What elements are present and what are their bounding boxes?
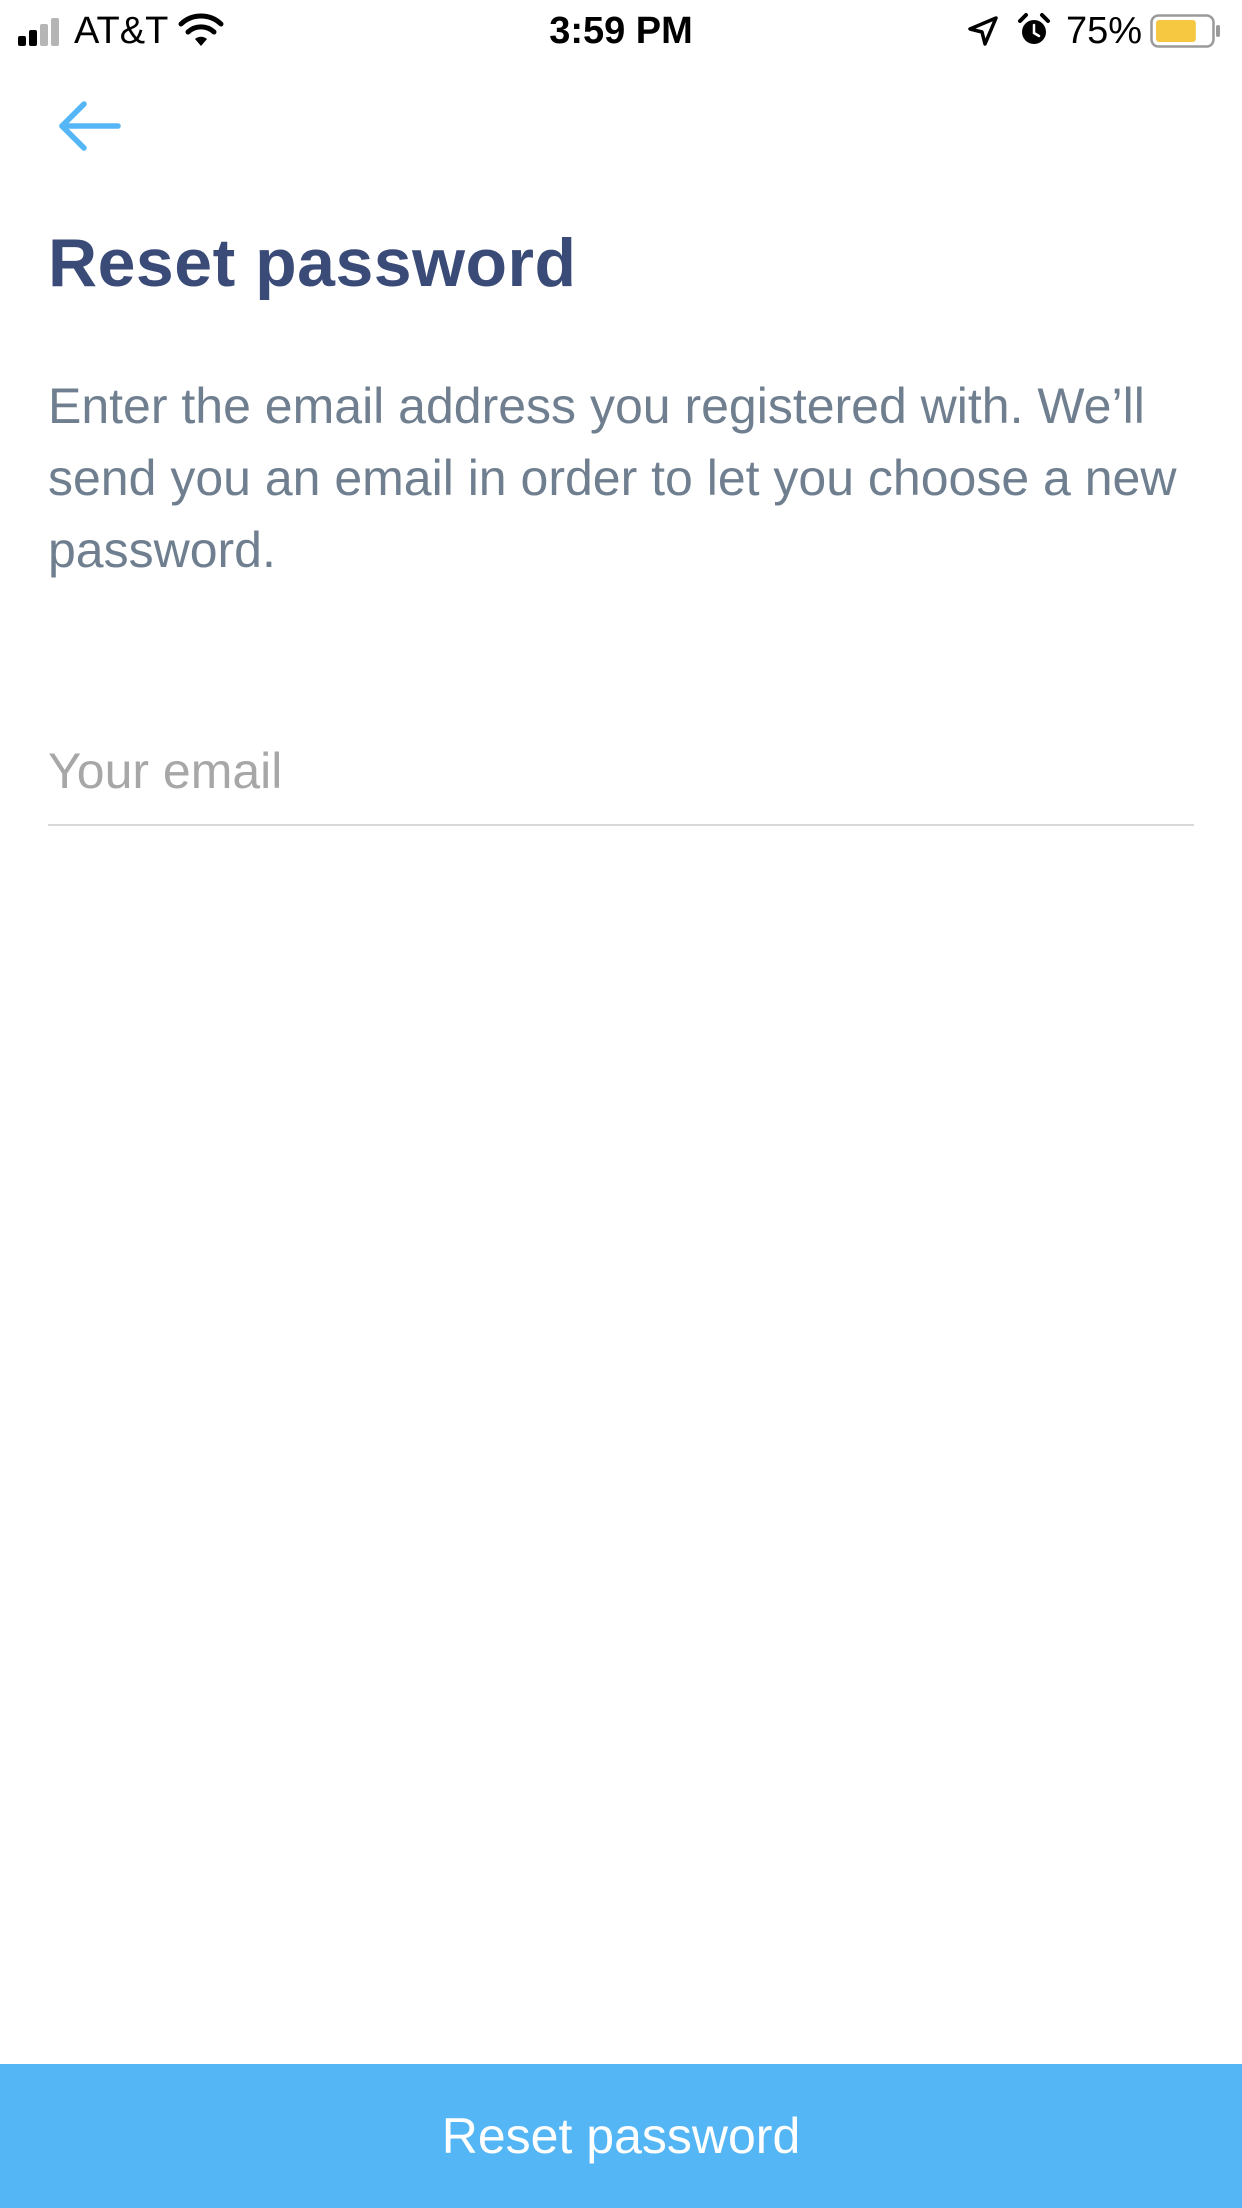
location-arrow-icon: [968, 16, 998, 46]
clock-time: 3:59 PM: [549, 10, 693, 52]
instructions-text: Enter the email address you registered w…: [48, 378, 1177, 578]
email-field[interactable]: [48, 718, 1194, 826]
back-arrow-icon[interactable]: [54, 96, 126, 156]
reset-password-button[interactable]: Reset password: [0, 2064, 1242, 2208]
battery-percent: 75%: [1066, 10, 1143, 52]
battery-icon: [1150, 14, 1220, 48]
alarm-clock-icon: [1018, 13, 1050, 44]
status-bar: AT&T 3:59 PM 75%: [0, 0, 1242, 62]
page-title: Reset password: [48, 225, 577, 301]
